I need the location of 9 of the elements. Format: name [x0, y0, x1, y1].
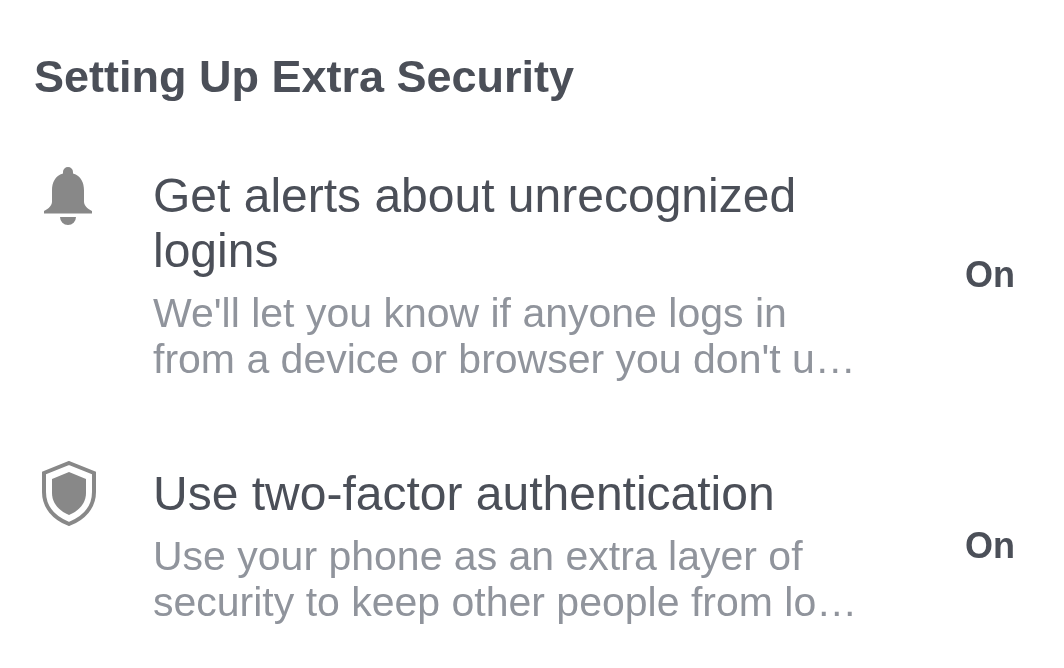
setting-description: Use your phone as an extra layer of security to keep other people from lo…: [153, 533, 859, 625]
setting-status: On: [965, 524, 1015, 567]
section-heading: Setting Up Extra Security: [34, 51, 576, 103]
shield-icon: [42, 461, 96, 526]
setting-title[interactable]: Use two-factor authentication: [153, 466, 853, 521]
setting-description: We'll let you know if anyone logs in from a device or browser you don't u…: [153, 290, 857, 382]
bell-icon: [42, 166, 94, 225]
setting-title[interactable]: Get alerts about unrecognized logins: [153, 168, 853, 278]
setting-status: On: [965, 254, 1015, 296]
